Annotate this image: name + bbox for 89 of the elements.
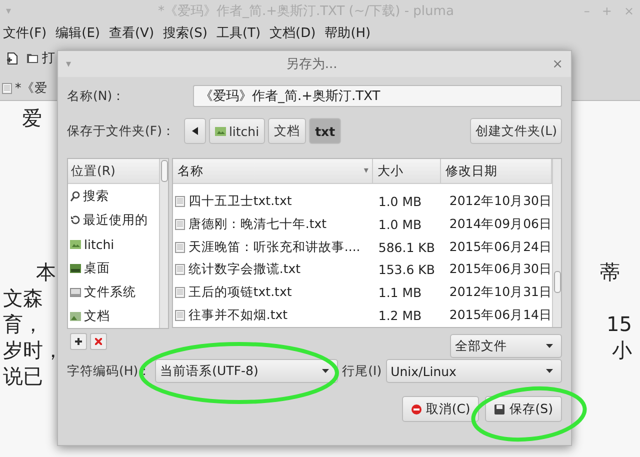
name-field[interactable]: 《爱玛》作者_简.+奥斯汀.TXT — [193, 85, 562, 107]
menu-item[interactable]: 文件(F) — [3, 24, 47, 42]
menu-item[interactable]: 编辑(E) — [56, 24, 100, 42]
text-line: 岁时， — [3, 337, 63, 363]
add-button[interactable] — [70, 333, 87, 350]
text-line: 说已 — [3, 363, 43, 389]
text-line: 小 — [612, 337, 632, 363]
file-name: 统计数字会撒谎.txt — [188, 261, 301, 278]
file-date: 2015年06月30日 — [448, 261, 552, 278]
field-label: 保存于文件夹(F)： — [67, 122, 175, 140]
save-icon — [494, 404, 506, 414]
new-document-icon — [6, 52, 18, 64]
dropdown-arrow-icon — [546, 344, 553, 348]
text-line: 爱 — [22, 105, 42, 131]
text-line: 育， — [3, 311, 43, 337]
column-header[interactable]: 大小 — [373, 159, 442, 183]
text-line: 蒂 — [600, 259, 620, 285]
sort-arrow-icon: ▾ — [364, 166, 368, 176]
cancel-button[interactable]: 取消(C) — [402, 396, 480, 422]
file-size: 586.1 KB — [377, 240, 436, 255]
document-icon — [175, 310, 186, 322]
field-label: 名称(N)： — [67, 88, 126, 104]
place-item[interactable]: 最近使用的 — [68, 208, 160, 232]
file-name: 王后的项链txt.txt — [188, 284, 292, 302]
path-button[interactable]: litchi — [208, 118, 266, 144]
dialog-title: 另存为... — [284, 56, 338, 73]
column-header[interactable]: 位置(R) — [68, 159, 160, 184]
menu-item[interactable]: 文档(D) — [270, 24, 316, 42]
column-header[interactable]: 名称 ▾ — [173, 159, 374, 183]
place-item[interactable]: 文档 — [68, 304, 160, 328]
file-size: 1.0 MB — [377, 194, 423, 209]
menu-item[interactable]: 帮助(H) — [324, 24, 371, 42]
document-icon — [175, 242, 186, 253]
tab-label: *《爱 — [15, 80, 48, 97]
file-size: 1.2 MB — [377, 308, 423, 324]
stop-icon — [410, 404, 422, 414]
folder-icon — [214, 126, 226, 136]
file-date: 2015年06月14日 — [448, 307, 552, 324]
file-date: 2012年10月30日 — [448, 192, 552, 210]
document-tab[interactable]: *《爱 — [0, 80, 50, 100]
document-icon — [175, 196, 186, 207]
drive-icon — [70, 288, 81, 296]
menu-item[interactable]: 查看(V) — [108, 24, 154, 42]
document-icon — [175, 218, 186, 230]
document-icon — [175, 264, 186, 276]
file-name: 四十五卫士txt.txt — [188, 192, 292, 210]
left-arrow-icon — [192, 127, 198, 135]
path-button[interactable]: txt — [309, 118, 342, 144]
remove-button[interactable] — [90, 333, 107, 350]
clock-icon — [70, 215, 80, 225]
create-folder-button[interactable]: 创建文件夹(L) — [470, 118, 562, 144]
file-size: 153.6 KB — [377, 262, 436, 278]
open-button[interactable]: 打 — [24, 49, 57, 67]
dropdown-arrow-icon — [546, 369, 553, 373]
text-line: 文森 — [3, 285, 43, 311]
save-button[interactable]: 保存(S) — [485, 396, 562, 422]
place-item[interactable]: 搜索 — [68, 184, 160, 208]
line-ending-dropdown[interactable]: Unix/Linux — [386, 359, 562, 383]
folder-icon — [26, 52, 39, 64]
back-button[interactable] — [184, 118, 206, 144]
new-button[interactable] — [4, 52, 20, 64]
place-item[interactable]: 文件系统 — [68, 280, 160, 304]
text-line: 15 — [606, 311, 632, 337]
file-name: 往事并不如烟.txt — [188, 307, 288, 324]
file-name: 唐德刚：晚清七十年.txt — [188, 216, 327, 233]
filter-dropdown[interactable]: 全部文件 — [450, 334, 562, 358]
place-item[interactable]: 桌面 — [68, 256, 160, 280]
menu-item[interactable]: 工具(T) — [216, 24, 261, 42]
folder-icon — [70, 312, 81, 320]
folder-icon — [70, 240, 81, 248]
text-line: 本 — [36, 259, 56, 285]
document-icon — [175, 287, 186, 298]
place-item[interactable]: litchi — [68, 232, 160, 256]
desktop-icon — [70, 264, 81, 272]
encoding-dropdown[interactable]: 当前语系(UTF-8) — [155, 359, 338, 383]
document-icon — [2, 83, 12, 94]
file-date: 2015年06月24日 — [448, 238, 552, 256]
plus-icon — [75, 338, 82, 345]
close-icon — [95, 338, 102, 345]
path-button[interactable]: 文档 — [268, 118, 306, 144]
dropdown-arrow-icon — [322, 369, 330, 373]
file-size: 1.0 MB — [377, 216, 423, 232]
file-name: 天涯晚笛：听张充和讲故事.... — [188, 238, 360, 256]
file-date: 2014年09月06日 — [448, 216, 552, 233]
field-label: 行尾(I) — [342, 362, 382, 380]
file-date: 2012年10月31日 — [448, 284, 552, 302]
search-icon — [70, 190, 80, 202]
file-size: 1.1 MB — [377, 285, 423, 300]
menu-item[interactable]: 搜索(S) — [163, 24, 208, 42]
